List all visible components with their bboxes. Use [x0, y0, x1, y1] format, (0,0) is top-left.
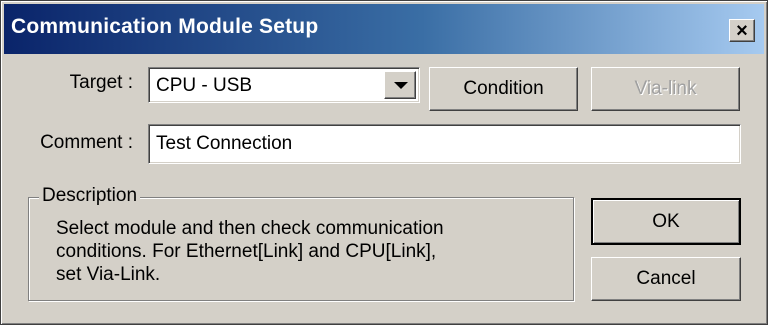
window-title: Communication Module Setup: [11, 15, 319, 38]
target-label: Target :: [69, 72, 133, 93]
title-bar[interactable]: Communication Module Setup ×: [4, 4, 764, 54]
close-button[interactable]: ×: [729, 19, 755, 42]
cancel-button-label: Cancel: [636, 268, 696, 289]
chevron-down-icon: [394, 82, 408, 89]
target-dropdown-button[interactable]: [384, 71, 416, 99]
communication-module-setup-dialog: Communication Module Setup × Target : CP…: [0, 0, 768, 325]
comment-input[interactable]: Test Connection: [148, 124, 741, 164]
target-select-value: CPU - USB: [156, 75, 253, 96]
description-line: set Via-Link.: [56, 264, 161, 285]
cancel-button[interactable]: Cancel: [591, 257, 741, 301]
ok-button-label: OK: [652, 210, 680, 232]
close-icon: ×: [736, 19, 748, 42]
description-caption: Description: [39, 185, 141, 207]
description-line: Select module and then check communicati…: [56, 218, 444, 239]
description-line: conditions. For Ethernet[Link] and CPU[L…: [56, 241, 437, 262]
description-text: Select module and then check communicati…: [56, 217, 444, 286]
via-link-button-label: Via-link: [634, 78, 697, 99]
comment-input-value: Test Connection: [156, 133, 293, 154]
comment-label: Comment :: [40, 132, 133, 153]
condition-button[interactable]: Condition: [429, 67, 578, 111]
target-select[interactable]: CPU - USB: [148, 67, 420, 103]
condition-button-label: Condition: [463, 78, 544, 99]
via-link-button[interactable]: Via-link: [591, 67, 740, 111]
ok-button[interactable]: OK: [591, 198, 741, 245]
